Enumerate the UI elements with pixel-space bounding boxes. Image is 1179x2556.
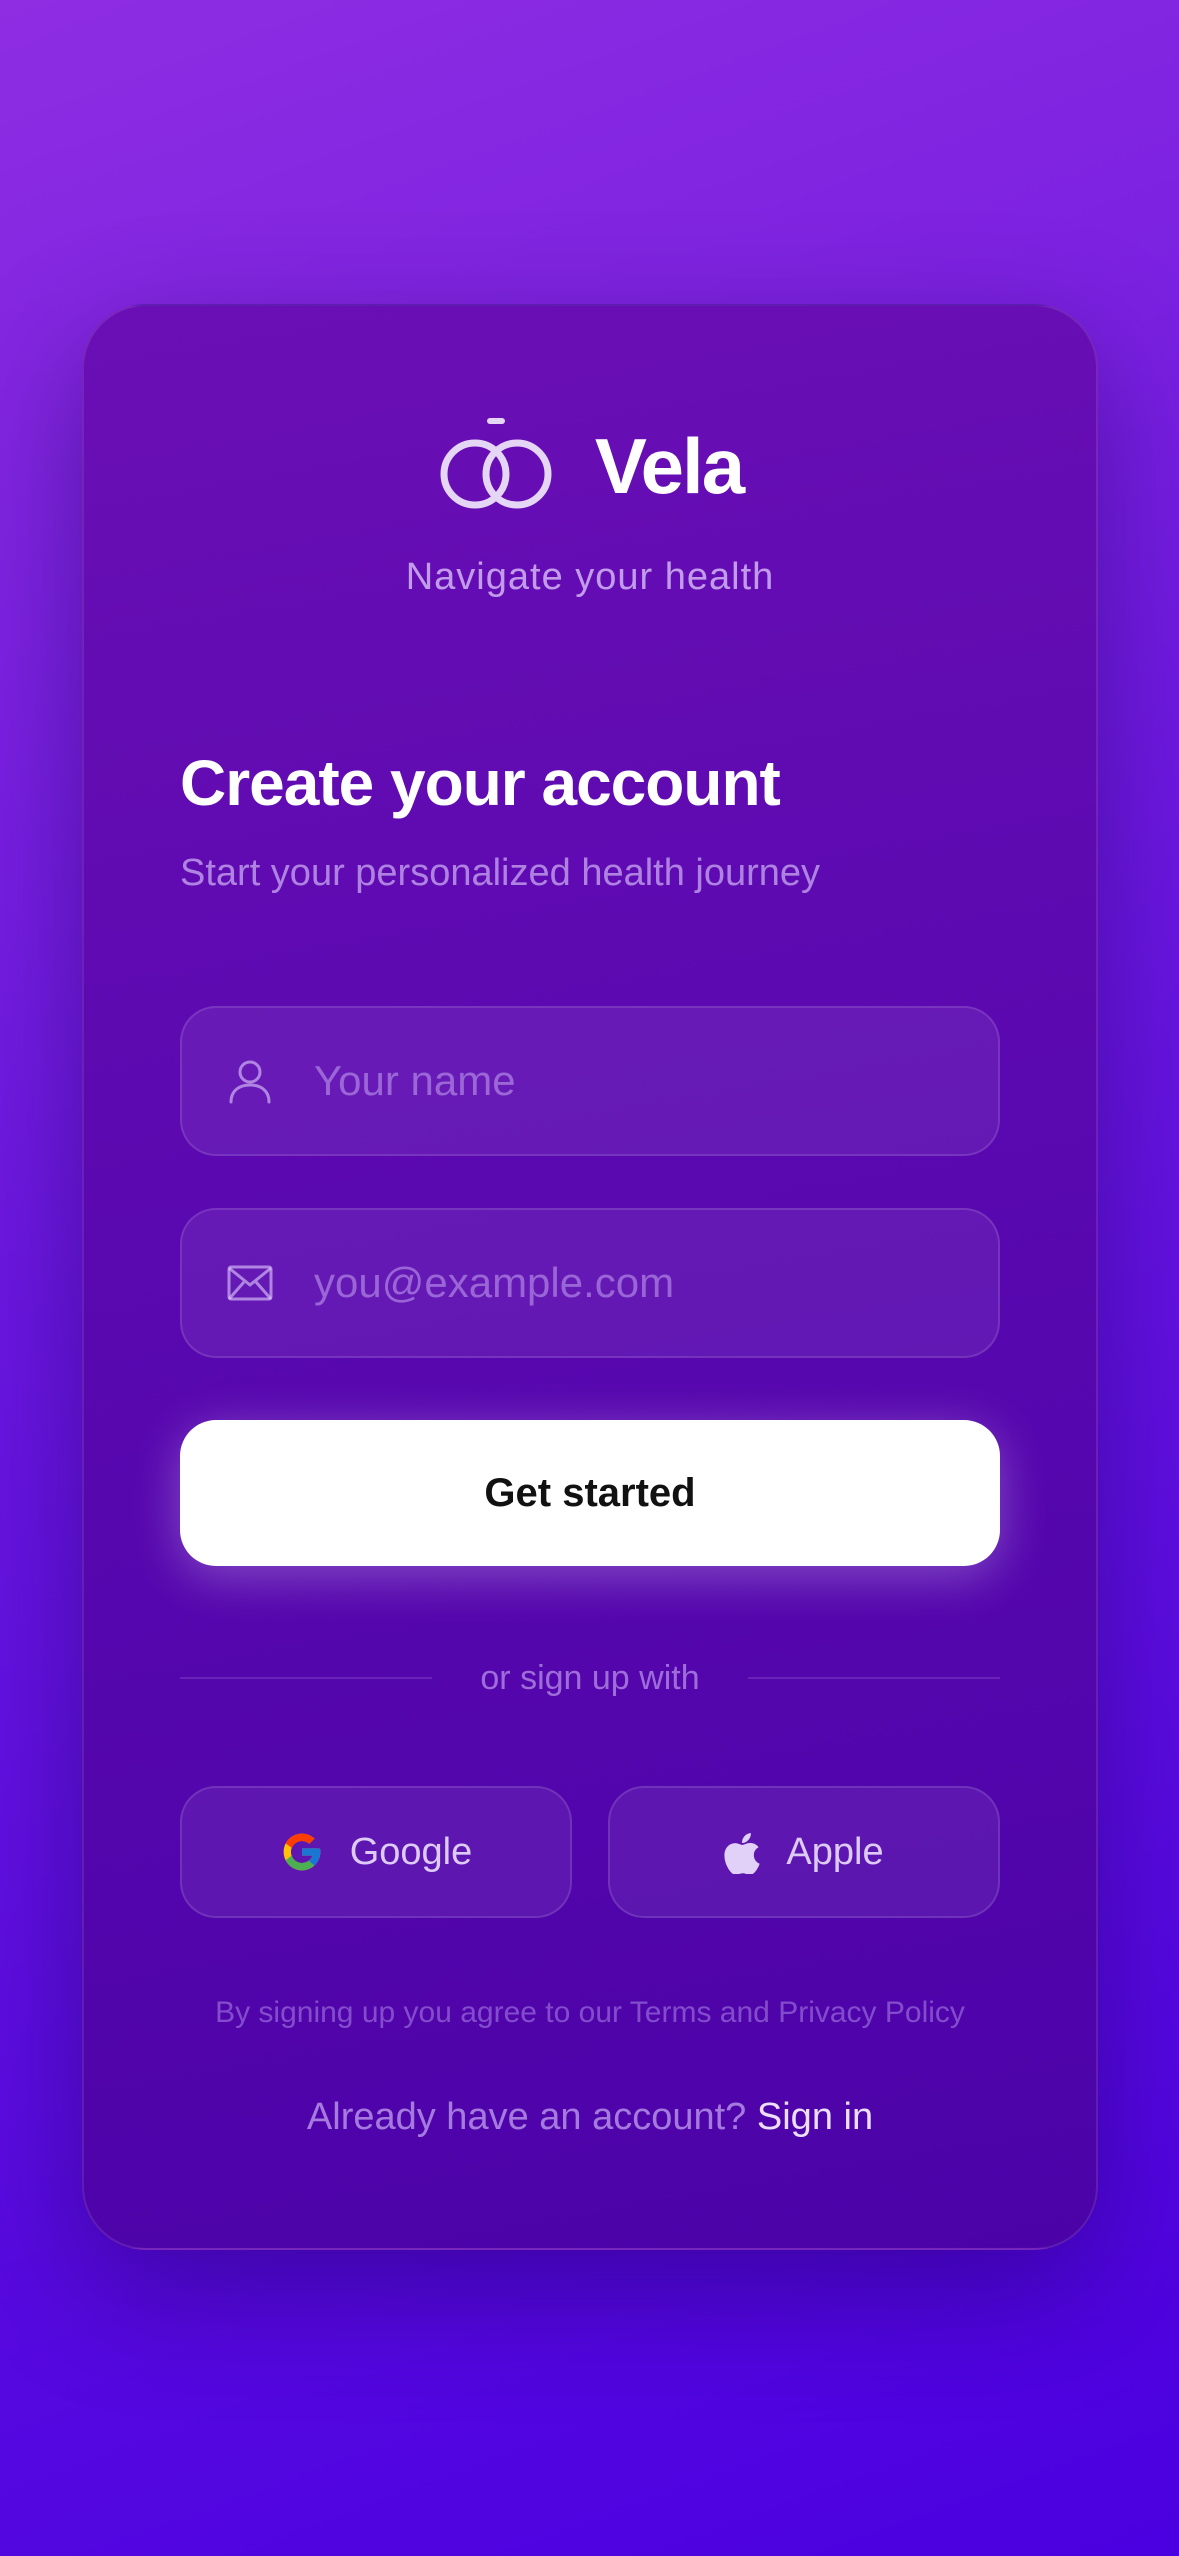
divider-line-left [180, 1677, 433, 1679]
google-button-label: Google [349, 1830, 473, 1873]
mail-icon [224, 1265, 276, 1301]
signin-link[interactable]: Sign in [757, 2096, 873, 2138]
divider-text: or sign up with [480, 1658, 700, 1697]
logo-row: Vela [84, 406, 1096, 526]
vela-logo-icon [437, 416, 555, 516]
brand-name: Vela [594, 421, 745, 510]
signin-prompt: Already have an account? [306, 2096, 747, 2138]
google-signup-button[interactable]: Google [180, 1786, 572, 1918]
social-divider: or sign up with [180, 1656, 1001, 1700]
email-input[interactable] [314, 1259, 998, 1307]
signup-card: Vela Navigate your health Create your ac… [82, 304, 1098, 2250]
page-title: Create your account [180, 747, 781, 819]
page-subtitle: Start your personalized health journey [180, 852, 821, 894]
google-icon [280, 1830, 324, 1874]
signin-row: Already have an account? Sign in [84, 2096, 1096, 2139]
apple-icon [724, 1830, 761, 1874]
name-input[interactable] [314, 1057, 998, 1105]
email-field[interactable] [180, 1208, 1000, 1358]
user-icon [224, 1058, 276, 1104]
divider-line-right [747, 1677, 1001, 1679]
apple-button-label: Apple [786, 1830, 884, 1873]
brand-tagline: Navigate your health [405, 556, 775, 598]
name-field[interactable] [180, 1006, 1000, 1156]
get-started-button[interactable]: Get started [180, 1420, 1000, 1566]
terms-text: By signing up you agree to our Terms and… [215, 1996, 965, 2029]
apple-signup-button[interactable]: Apple [608, 1786, 1000, 1918]
